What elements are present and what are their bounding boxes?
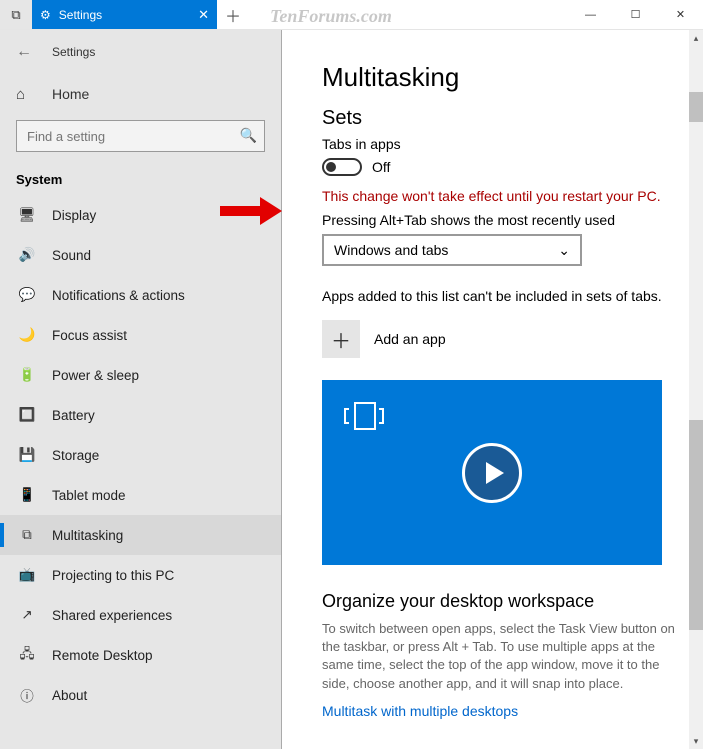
- chevron-down-icon: ⌄: [558, 242, 570, 259]
- close-tab-icon[interactable]: ✕: [198, 7, 209, 23]
- menu-icon: 🖥: [16, 207, 38, 223]
- sidebar-item-notifications-actions[interactable]: 💬 Notifications & actions: [0, 275, 281, 315]
- menu-label: About: [52, 688, 87, 703]
- menu-icon: 🌙: [16, 327, 38, 343]
- sidebar-item-shared-experiences[interactable]: ↗ Shared experiences: [0, 595, 281, 635]
- taskview-button[interactable]: ⧉: [0, 0, 32, 29]
- menu-label: Power & sleep: [52, 368, 139, 383]
- play-icon: [462, 443, 522, 503]
- home-icon: ⌂: [16, 86, 38, 103]
- menu-icon: 📺: [16, 567, 38, 583]
- menu-label: Notifications & actions: [52, 288, 185, 303]
- workspace-heading: Organize your desktop workspace: [322, 591, 675, 612]
- menu-label: Remote Desktop: [52, 648, 153, 663]
- sidebar-group-system: System: [0, 162, 281, 195]
- scroll-thumb[interactable]: [689, 92, 703, 122]
- sidebar: ← Settings ⌂ Home 🔍 System 🖥 Display 🔊 Soun…: [0, 30, 282, 749]
- menu-icon: 📱: [16, 487, 38, 503]
- menu-icon: 💬: [16, 287, 38, 303]
- gear-icon: ⚙: [40, 8, 51, 22]
- back-button[interactable]: ←: [16, 43, 32, 61]
- sidebar-home[interactable]: ⌂ Home: [0, 74, 281, 114]
- sidebar-item-display[interactable]: 🖥 Display: [0, 195, 281, 235]
- toggle-state: Off: [372, 159, 390, 175]
- taskview-icon: [340, 396, 388, 436]
- workspace-desc: To switch between open apps, select the …: [322, 620, 675, 693]
- tab-settings[interactable]: ⚙ Settings ✕: [32, 0, 217, 29]
- add-app-button[interactable]: ＋: [322, 320, 360, 358]
- sets-heading: Sets: [322, 107, 675, 130]
- menu-icon: ⧉: [16, 527, 38, 543]
- menu-label: Shared experiences: [52, 608, 172, 623]
- menu-icon: 💾: [16, 447, 38, 463]
- tabs-toggle[interactable]: [322, 158, 362, 176]
- menu-icon: 🔋: [16, 367, 38, 383]
- maximize-button[interactable]: ☐: [613, 0, 658, 29]
- window-controls: — ☐ ✕: [568, 0, 703, 29]
- app-title: Settings: [52, 45, 95, 59]
- alttab-value: Windows and tabs: [334, 242, 448, 258]
- sidebar-menu: 🖥 Display 🔊 Sound 💬 Notifications & actions 🌙 F…: [0, 195, 281, 715]
- main-content: ▴ ▾ Multitasking Sets Tabs in apps Off T…: [282, 30, 703, 749]
- sidebar-item-multitasking[interactable]: ⧉ Multitasking: [0, 515, 281, 555]
- scrollbar[interactable]: ▴ ▾: [689, 30, 703, 749]
- menu-label: Sound: [52, 248, 91, 263]
- sidebar-item-projecting-to-this-pc[interactable]: 📺 Projecting to this PC: [0, 555, 281, 595]
- menu-label: Multitasking: [52, 528, 123, 543]
- sidebar-item-remote-desktop[interactable]: 🖧 Remote Desktop: [0, 635, 281, 675]
- menu-icon: 🖧: [16, 644, 38, 667]
- menu-label: Storage: [52, 448, 99, 463]
- search-input[interactable]: [16, 120, 265, 152]
- sidebar-item-battery[interactable]: 🔲 Battery: [0, 395, 281, 435]
- alttab-dropdown[interactable]: Windows and tabs ⌄: [322, 234, 582, 266]
- workspace-link[interactable]: Multitask with multiple desktops: [322, 703, 675, 719]
- restart-warning: This change won't take effect until you …: [322, 188, 675, 204]
- video-preview[interactable]: [322, 380, 662, 565]
- alttab-label: Pressing Alt+Tab shows the most recently…: [322, 212, 675, 228]
- search-input-wrap: 🔍: [16, 120, 265, 152]
- new-tab-button[interactable]: ＋: [217, 0, 249, 29]
- scroll-thumb-2[interactable]: [689, 420, 703, 630]
- sidebar-item-about[interactable]: ⓘ About: [0, 675, 281, 715]
- sidebar-item-tablet-mode[interactable]: 📱 Tablet mode: [0, 475, 281, 515]
- tabs-label: Tabs in apps: [322, 136, 675, 152]
- sidebar-item-focus-assist[interactable]: 🌙 Focus assist: [0, 315, 281, 355]
- titlebar: ⧉ ⚙ Settings ✕ ＋ — ☐ ✕: [0, 0, 703, 30]
- menu-icon: 🔊: [16, 247, 38, 263]
- sidebar-item-power-sleep[interactable]: 🔋 Power & sleep: [0, 355, 281, 395]
- menu-label: Projecting to this PC: [52, 568, 174, 583]
- scroll-up-icon[interactable]: ▴: [689, 30, 703, 46]
- menu-label: Battery: [52, 408, 95, 423]
- menu-icon: ↗: [16, 607, 38, 623]
- menu-label: Display: [52, 208, 96, 223]
- minimize-button[interactable]: —: [568, 0, 613, 29]
- close-button[interactable]: ✕: [658, 0, 703, 29]
- tab-label: Settings: [59, 8, 102, 22]
- menu-icon: 🔲: [16, 407, 38, 423]
- page-title: Multitasking: [322, 62, 675, 93]
- apps-info: Apps added to this list can't be include…: [322, 288, 675, 304]
- menu-label: Focus assist: [52, 328, 127, 343]
- scroll-down-icon[interactable]: ▾: [689, 733, 703, 749]
- sidebar-item-storage[interactable]: 💾 Storage: [0, 435, 281, 475]
- menu-label: Tablet mode: [52, 488, 126, 503]
- search-icon: 🔍: [240, 127, 257, 144]
- add-app-label: Add an app: [374, 331, 446, 347]
- sidebar-item-sound[interactable]: 🔊 Sound: [0, 235, 281, 275]
- home-label: Home: [52, 86, 89, 102]
- menu-icon: ⓘ: [16, 685, 38, 705]
